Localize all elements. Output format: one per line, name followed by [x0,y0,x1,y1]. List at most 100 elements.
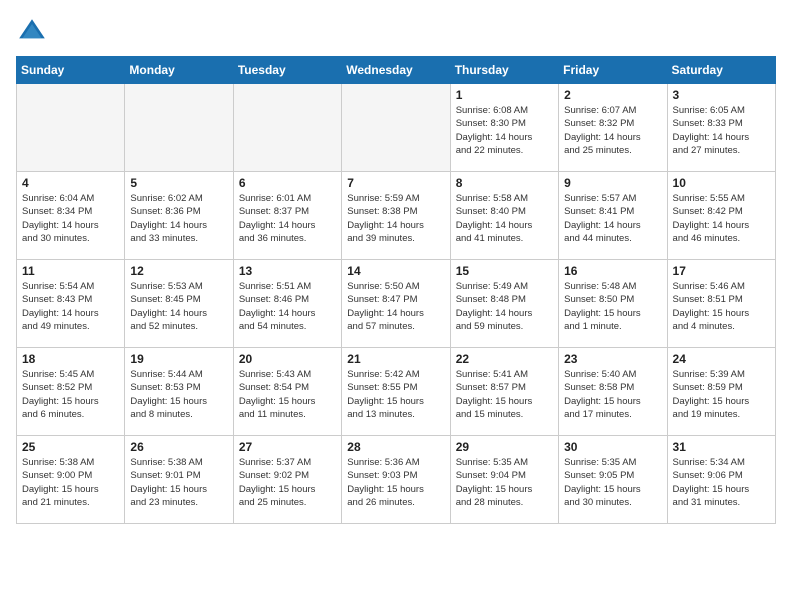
day-info: Sunrise: 5:50 AM Sunset: 8:47 PM Dayligh… [347,280,444,333]
calendar-cell: 4Sunrise: 6:04 AM Sunset: 8:34 PM Daylig… [17,172,125,260]
day-info: Sunrise: 5:44 AM Sunset: 8:53 PM Dayligh… [130,368,227,421]
day-number: 9 [564,176,661,190]
day-info: Sunrise: 5:35 AM Sunset: 9:05 PM Dayligh… [564,456,661,509]
day-info: Sunrise: 6:05 AM Sunset: 8:33 PM Dayligh… [673,104,770,157]
day-info: Sunrise: 5:53 AM Sunset: 8:45 PM Dayligh… [130,280,227,333]
calendar-cell: 11Sunrise: 5:54 AM Sunset: 8:43 PM Dayli… [17,260,125,348]
calendar-cell: 6Sunrise: 6:01 AM Sunset: 8:37 PM Daylig… [233,172,341,260]
calendar-cell: 16Sunrise: 5:48 AM Sunset: 8:50 PM Dayli… [559,260,667,348]
logo [16,16,52,48]
day-number: 22 [456,352,553,366]
day-info: Sunrise: 5:35 AM Sunset: 9:04 PM Dayligh… [456,456,553,509]
calendar-cell: 14 Sunrise: 5:50 AM Sunset: 8:47 PM Dayli… [342,260,450,348]
day-number: 6 [239,176,336,190]
calendar-cell: 29 Sunrise: 5:35 AM Sunset: 9:04 PM Dayli… [450,436,558,524]
day-info: Sunrise: 5:37 AM Sunset: 9:02 PM Dayligh… [239,456,336,509]
day-number: 2 [564,88,661,102]
calendar-cell: 30 Sunrise: 5:35 AM Sunset: 9:05 PM Dayli… [559,436,667,524]
day-info: Sunrise: 5:58 AM Sunset: 8:40 PM Dayligh… [456,192,553,245]
day-number: 28 [347,440,444,454]
day-number: 31 [673,440,770,454]
day-info: Sunrise: 5:54 AM Sunset: 8:43 PM Dayligh… [22,280,119,333]
calendar-header-tuesday: Tuesday [233,57,341,84]
calendar-week-2: 4Sunrise: 6:04 AM Sunset: 8:34 PM Daylig… [17,172,776,260]
calendar-cell: 2 Sunrise: 6:07 AM Sunset: 8:32 PM Daylig… [559,84,667,172]
day-info: Sunrise: 5:51 AM Sunset: 8:46 PM Dayligh… [239,280,336,333]
day-info: Sunrise: 6:07 AM Sunset: 8:32 PM Dayligh… [564,104,661,157]
day-info: Sunrise: 5:40 AM Sunset: 8:58 PM Dayligh… [564,368,661,421]
day-number: 17 [673,264,770,278]
day-number: 15 [456,264,553,278]
calendar-cell: 13 Sunrise: 5:51 AM Sunset: 8:46 PM Dayli… [233,260,341,348]
day-number: 4 [22,176,119,190]
calendar-cell: 23 Sunrise: 5:40 AM Sunset: 8:58 PM Dayli… [559,348,667,436]
calendar-table: SundayMondayTuesdayWednesdayThursdayFrid… [16,56,776,524]
calendar-cell: 15 Sunrise: 5:49 AM Sunset: 8:48 PM Dayli… [450,260,558,348]
calendar-cell: 25 Sunrise: 5:38 AM Sunset: 9:00 PM Dayli… [17,436,125,524]
day-number: 21 [347,352,444,366]
calendar-cell: 9 Sunrise: 5:57 AM Sunset: 8:41 PM Daylig… [559,172,667,260]
calendar-cell: 20Sunrise: 5:43 AM Sunset: 8:54 PM Dayli… [233,348,341,436]
calendar-cell [342,84,450,172]
day-number: 13 [239,264,336,278]
calendar-week-5: 25 Sunrise: 5:38 AM Sunset: 9:00 PM Dayli… [17,436,776,524]
day-info: Sunrise: 5:38 AM Sunset: 9:01 PM Dayligh… [130,456,227,509]
day-number: 20 [239,352,336,366]
day-info: Sunrise: 5:59 AM Sunset: 8:38 PM Dayligh… [347,192,444,245]
calendar-cell: 3 Sunrise: 6:05 AM Sunset: 8:33 PM Daylig… [667,84,775,172]
day-info: Sunrise: 5:46 AM Sunset: 8:51 PM Dayligh… [673,280,770,333]
calendar-cell: 12 Sunrise: 5:53 AM Sunset: 8:45 PM Dayli… [125,260,233,348]
calendar-header-sunday: Sunday [17,57,125,84]
day-number: 27 [239,440,336,454]
calendar-header-friday: Friday [559,57,667,84]
day-number: 7 [347,176,444,190]
day-number: 30 [564,440,661,454]
calendar-header-row: SundayMondayTuesdayWednesdayThursdayFrid… [17,57,776,84]
day-number: 18 [22,352,119,366]
day-number: 10 [673,176,770,190]
calendar-header-thursday: Thursday [450,57,558,84]
calendar-cell: 17 Sunrise: 5:46 AM Sunset: 8:51 PM Dayli… [667,260,775,348]
calendar-cell: 19Sunrise: 5:44 AM Sunset: 8:53 PM Dayli… [125,348,233,436]
day-info: Sunrise: 5:49 AM Sunset: 8:48 PM Dayligh… [456,280,553,333]
day-info: Sunrise: 5:34 AM Sunset: 9:06 PM Dayligh… [673,456,770,509]
calendar-cell: 28 Sunrise: 5:36 AM Sunset: 9:03 PM Dayli… [342,436,450,524]
calendar-cell: 24Sunrise: 5:39 AM Sunset: 8:59 PM Dayli… [667,348,775,436]
day-info: Sunrise: 5:36 AM Sunset: 9:03 PM Dayligh… [347,456,444,509]
day-number: 8 [456,176,553,190]
day-info: Sunrise: 6:08 AM Sunset: 8:30 PM Dayligh… [456,104,553,157]
calendar-cell: 21Sunrise: 5:42 AM Sunset: 8:55 PM Dayli… [342,348,450,436]
calendar-week-4: 18 Sunrise: 5:45 AM Sunset: 8:52 PM Dayli… [17,348,776,436]
calendar-cell: 22 Sunrise: 5:41 AM Sunset: 8:57 PM Dayli… [450,348,558,436]
day-number: 14 [347,264,444,278]
day-number: 3 [673,88,770,102]
calendar-cell: 5 Sunrise: 6:02 AM Sunset: 8:36 PM Daylig… [125,172,233,260]
calendar-header-monday: Monday [125,57,233,84]
logo-icon [16,16,48,48]
day-number: 1 [456,88,553,102]
day-number: 26 [130,440,227,454]
day-info: Sunrise: 5:38 AM Sunset: 9:00 PM Dayligh… [22,456,119,509]
day-number: 12 [130,264,227,278]
day-info: Sunrise: 5:45 AM Sunset: 8:52 PM Dayligh… [22,368,119,421]
calendar-cell [233,84,341,172]
page-header [16,16,776,48]
calendar-cell: 7 Sunrise: 5:59 AM Sunset: 8:38 PM Daylig… [342,172,450,260]
calendar-cell: 10Sunrise: 5:55 AM Sunset: 8:42 PM Dayli… [667,172,775,260]
day-info: Sunrise: 5:57 AM Sunset: 8:41 PM Dayligh… [564,192,661,245]
day-number: 24 [673,352,770,366]
day-number: 29 [456,440,553,454]
day-number: 23 [564,352,661,366]
calendar-week-3: 11Sunrise: 5:54 AM Sunset: 8:43 PM Dayli… [17,260,776,348]
day-number: 5 [130,176,227,190]
calendar-header-saturday: Saturday [667,57,775,84]
day-number: 25 [22,440,119,454]
calendar-cell: 31 Sunrise: 5:34 AM Sunset: 9:06 PM Dayli… [667,436,775,524]
calendar-cell [125,84,233,172]
calendar-week-1: 1 Sunrise: 6:08 AM Sunset: 8:30 PM Daylig… [17,84,776,172]
day-info: Sunrise: 6:02 AM Sunset: 8:36 PM Dayligh… [130,192,227,245]
calendar-cell: 1 Sunrise: 6:08 AM Sunset: 8:30 PM Daylig… [450,84,558,172]
calendar-header-wednesday: Wednesday [342,57,450,84]
day-info: Sunrise: 5:41 AM Sunset: 8:57 PM Dayligh… [456,368,553,421]
calendar-cell: 8 Sunrise: 5:58 AM Sunset: 8:40 PM Daylig… [450,172,558,260]
